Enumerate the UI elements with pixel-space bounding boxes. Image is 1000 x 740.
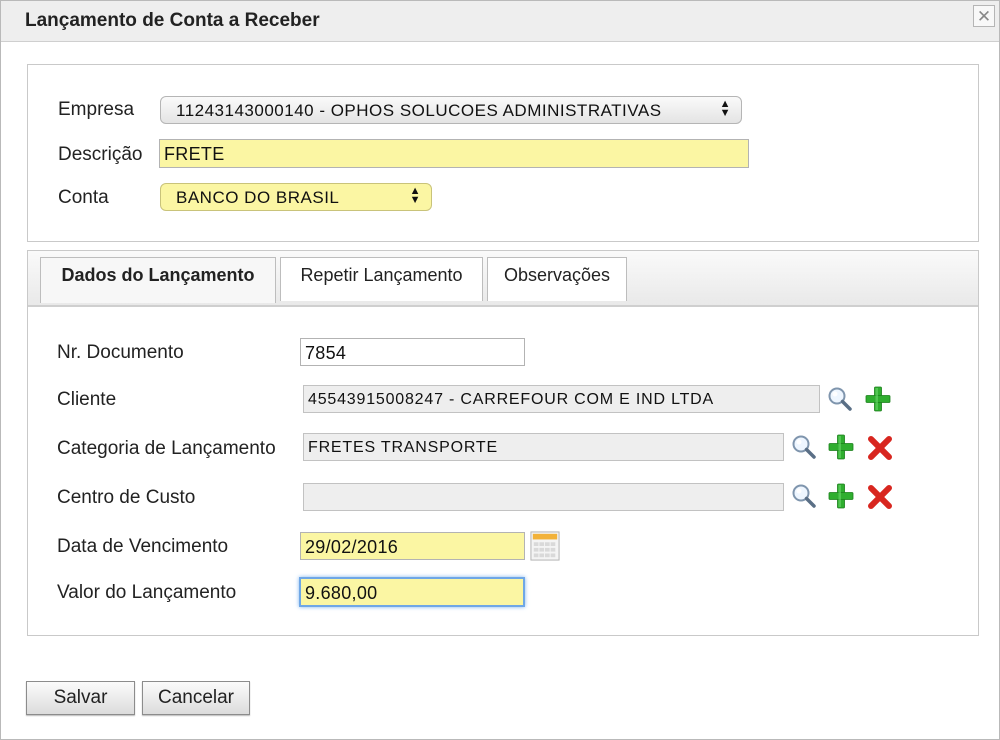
- conta-label: Conta: [58, 187, 109, 208]
- nr-documento-label: Nr. Documento: [57, 342, 184, 363]
- centro-custo-input[interactable]: [303, 483, 784, 511]
- select-arrows-icon: ▲ ▼: [409, 185, 421, 206]
- save-button[interactable]: Salvar: [26, 681, 135, 715]
- dialog-title: Lançamento de Conta a Receber: [25, 10, 320, 31]
- search-icon[interactable]: [790, 433, 818, 461]
- tab-strip: Dados do Lançamento Repetir Lançamento O…: [28, 251, 978, 307]
- dialog-window: Lançamento de Conta a Receber ✕ Empresa …: [0, 0, 1000, 740]
- header-form-panel: Empresa 11243143000140 - OPHOS SOLUCOES …: [27, 64, 979, 242]
- search-icon[interactable]: [790, 482, 818, 510]
- descricao-input[interactable]: FRETE: [159, 139, 749, 168]
- nr-documento-input[interactable]: 7854: [300, 338, 525, 366]
- add-icon[interactable]: [864, 385, 892, 413]
- valor-label: Valor do Lançamento: [57, 582, 237, 603]
- tab-observacoes[interactable]: Observações: [487, 257, 627, 301]
- close-icon[interactable]: ✕: [973, 5, 995, 27]
- data-vencimento-label: Data de Vencimento: [57, 536, 229, 557]
- data-vencimento-input[interactable]: 29/02/2016: [300, 532, 525, 560]
- calendar-icon[interactable]: [530, 531, 560, 561]
- add-icon[interactable]: [827, 482, 855, 510]
- valor-input[interactable]: 9.680,00: [299, 577, 525, 607]
- conta-select[interactable]: BANCO DO BRASIL ▲ ▼: [160, 183, 432, 211]
- tabs-panel: Dados do Lançamento Repetir Lançamento O…: [27, 250, 979, 636]
- descricao-label: Descrição: [58, 144, 143, 165]
- select-arrows-icon: ▲ ▼: [719, 98, 731, 119]
- cliente-input[interactable]: 45543915008247 - CARREFOUR COM E IND LTD…: [303, 385, 820, 413]
- search-icon[interactable]: [826, 385, 854, 413]
- categoria-label: Categoria de Lançamento: [57, 438, 276, 459]
- remove-icon[interactable]: [866, 434, 894, 462]
- add-icon[interactable]: [827, 433, 855, 461]
- empresa-select-value: 11243143000140 - OPHOS SOLUCOES ADMINIST…: [176, 101, 662, 120]
- tab-dados-lancamento[interactable]: Dados do Lançamento: [40, 257, 276, 303]
- centro-custo-label: Centro de Custo: [57, 487, 196, 508]
- conta-select-value: BANCO DO BRASIL: [176, 188, 340, 207]
- tab-repetir-lancamento[interactable]: Repetir Lançamento: [280, 257, 483, 301]
- empresa-select[interactable]: 11243143000140 - OPHOS SOLUCOES ADMINIST…: [160, 96, 742, 124]
- categoria-input[interactable]: FRETES TRANSPORTE: [303, 433, 784, 461]
- remove-icon[interactable]: [866, 483, 894, 511]
- cliente-label: Cliente: [57, 389, 117, 410]
- empresa-label: Empresa: [58, 99, 135, 120]
- cancel-button[interactable]: Cancelar: [142, 681, 250, 715]
- title-bar: Lançamento de Conta a Receber ✕: [1, 1, 999, 42]
